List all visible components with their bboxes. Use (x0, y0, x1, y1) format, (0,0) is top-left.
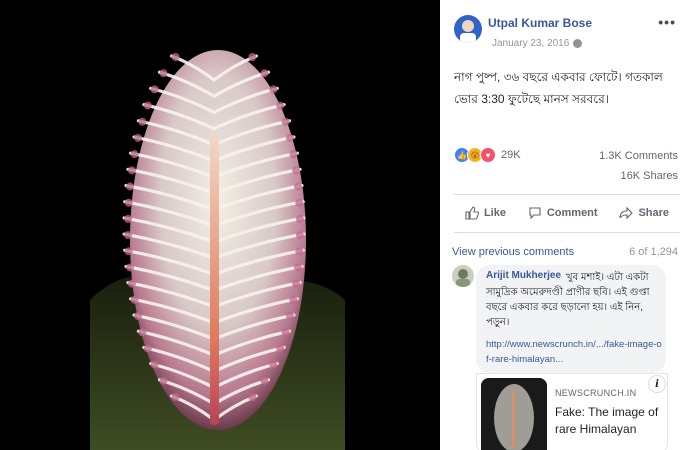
frond-tip (124, 247, 133, 256)
comment-text: খুব মশাই। এটা একটা সামুদ্রিক অমেরুদণ্ডী … (486, 272, 650, 328)
frond-tip (171, 393, 180, 401)
frond-tip (159, 376, 168, 385)
link-preview-card[interactable]: NEWSCRUNCH.IN Fake: The image of rare Hi… (476, 373, 668, 450)
frond-tip (289, 295, 298, 304)
more-options-icon[interactable]: ••• (658, 14, 676, 30)
frond-tip (281, 328, 290, 337)
frond-tip (130, 150, 139, 159)
frond-tip (269, 85, 278, 94)
frond-tip (143, 101, 152, 110)
divider (454, 232, 680, 233)
post-text: নাগ পুষ্প, ৩৬ বছরে একবার ফোটে। গতকাল ভোর… (454, 70, 663, 106)
frond-tip (130, 295, 139, 304)
frond-tip (124, 198, 133, 207)
like-button[interactable]: Like (465, 206, 506, 220)
comment-label: Comment (546, 207, 598, 219)
frond-tip (276, 101, 285, 110)
comment-bubble: Arijit Mukherjee খুব মশাই। এটা একটা সামু… (476, 265, 666, 373)
action-bar: Like Comment Share (454, 200, 680, 226)
frond-tip (295, 231, 304, 240)
author-avatar[interactable] (454, 15, 482, 43)
comments-pagination: 6 of 1,294 (629, 246, 678, 258)
frond-tip (127, 279, 136, 288)
link-preview-source: NEWSCRUNCH.IN (555, 388, 637, 398)
post-panel: Utpal Kumar Bose January 23, 2016 ••• না… (444, 0, 690, 450)
frond-tip (294, 182, 303, 191)
share-button[interactable]: Share (619, 206, 669, 220)
frond-tip (292, 279, 301, 288)
frond-tip (295, 198, 304, 207)
share-icon (619, 206, 634, 220)
reactions-summary[interactable]: 👍 😮 ♥ 29K (454, 147, 521, 163)
frond-tip (124, 231, 133, 240)
post-date[interactable]: January 23, 2016 (492, 38, 583, 49)
post-date-text[interactable]: January 23, 2016 (492, 38, 569, 49)
frond-tip (248, 393, 257, 401)
frond-tip (248, 53, 257, 61)
divider (454, 194, 680, 195)
frond-tip (171, 53, 180, 61)
frond-tip (260, 376, 269, 385)
like-label: Like (483, 207, 506, 219)
sea-pen-image (0, 0, 440, 450)
frond-tip (159, 69, 168, 78)
frond-tip (138, 117, 147, 126)
frond-tip (285, 133, 294, 142)
reactions-count[interactable]: 29K (501, 149, 521, 161)
frond-tip (125, 263, 134, 272)
frond-tip (295, 214, 304, 223)
comments-count[interactable]: 1.3K Comments (599, 150, 678, 162)
frond-tip (295, 247, 304, 256)
frond-tip (269, 360, 278, 369)
post-photo[interactable] (0, 0, 440, 450)
frond-tip (260, 69, 269, 78)
shares-count[interactable]: 16K Shares (621, 170, 678, 182)
frond-tip (294, 263, 303, 272)
frond-tip (281, 117, 290, 126)
frond-tip (285, 312, 294, 321)
author-name[interactable]: Utpal Kumar Bose (488, 16, 592, 30)
frond-tip (124, 214, 133, 223)
globe-icon (573, 39, 583, 48)
frond-tip (134, 133, 143, 142)
frond-tip (143, 344, 152, 353)
view-previous-comments-link[interactable]: View previous comments (452, 246, 574, 258)
thumbs-up-icon (465, 206, 479, 220)
frond-tip (292, 166, 301, 175)
info-icon[interactable]: i (648, 375, 666, 393)
frond-tip (150, 360, 159, 369)
frond-tip (134, 312, 143, 321)
frond-tip (150, 85, 159, 94)
frond-tip (127, 166, 136, 175)
love-reaction-icon: ♥ (480, 147, 496, 163)
comment-link[interactable]: http://www.newscrunch.in/.../fake-image-… (486, 337, 662, 367)
frond-tip (125, 182, 134, 191)
commenter-avatar[interactable] (452, 265, 474, 287)
link-preview-thumbnail (481, 378, 547, 450)
comment-button[interactable]: Comment (528, 206, 598, 220)
share-label: Share (638, 207, 670, 219)
comment-icon (529, 207, 541, 220)
frond-tip (276, 344, 285, 353)
frond-tip (289, 150, 298, 159)
link-preview-title[interactable]: Fake: The image of rare Himalayan (555, 404, 665, 438)
frond-tip (138, 328, 147, 337)
